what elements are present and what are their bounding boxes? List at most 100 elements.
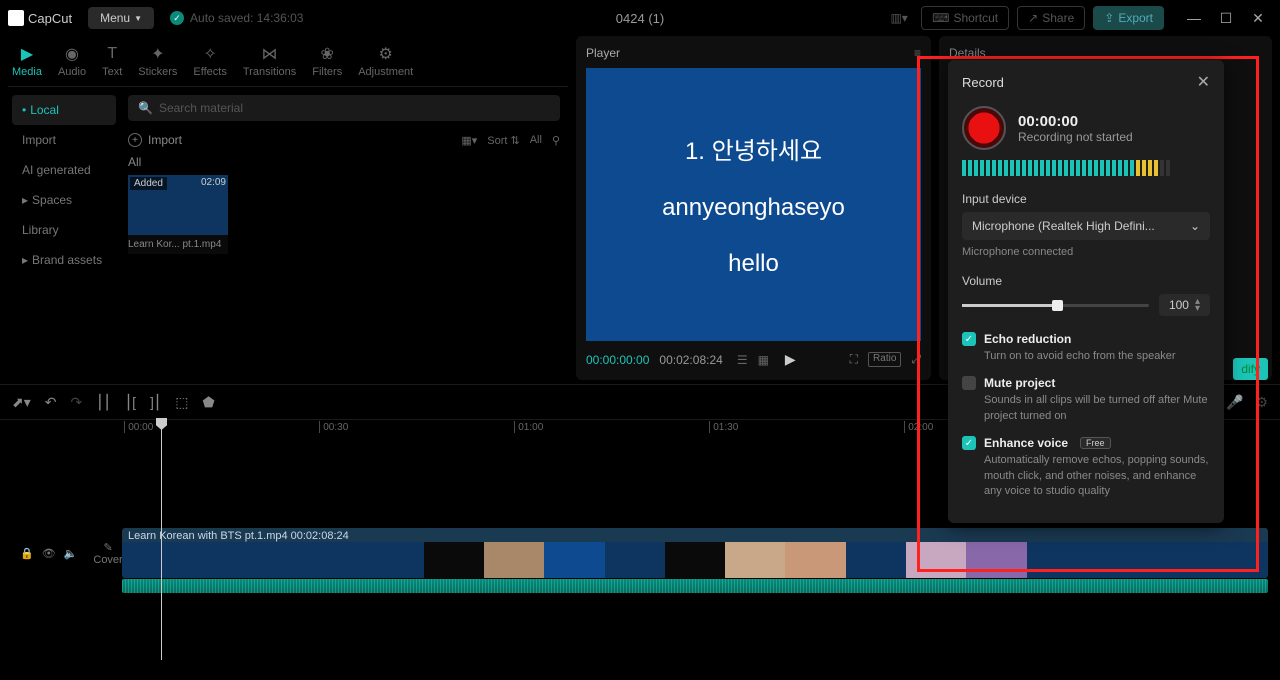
tab-text[interactable]: TText [102, 44, 122, 78]
vu-meter [962, 160, 1210, 176]
shortcut-button[interactable]: ⌨ Shortcut [921, 6, 1009, 30]
trim-right-tool[interactable]: ]⎮ [150, 394, 161, 411]
transitions-icon: ⋈ [260, 44, 280, 64]
logo-icon [8, 10, 24, 26]
current-time: 00:00:00:00 [586, 353, 649, 367]
autosave-status: ✓ Auto saved: 14:36:03 [170, 11, 303, 25]
mute-desc: Sounds in all clips will be turned off a… [984, 393, 1210, 424]
ratio-button[interactable]: Ratio [868, 352, 901, 367]
project-title: 0424 (1) [616, 11, 664, 26]
sidebar-item-spaces[interactable]: ▸ Spaces [12, 185, 116, 215]
fullscreen-icon[interactable]: ⤢ [911, 352, 921, 367]
text-icon: T [102, 44, 122, 64]
eye-icon[interactable]: 👁 [42, 547, 56, 560]
filters-icon: ❀ [317, 44, 337, 64]
volume-slider[interactable] [962, 304, 1149, 307]
cover-icon[interactable]: ✎ [93, 541, 122, 554]
sidebar-item-brand[interactable]: ▸ Brand assets [12, 245, 116, 275]
tab-stickers[interactable]: ✦Stickers [138, 44, 177, 78]
tab-effects[interactable]: ✧Effects [193, 44, 226, 78]
minimize-button[interactable]: — [1180, 6, 1208, 30]
player-panel: Player ≡ 1. 안녕하세요 annyeonghaseyo hello 00… [576, 36, 931, 380]
media-panel: ▶Media ◉Audio TText ✦Stickers ✧Effects ⋈… [8, 36, 568, 380]
close-icon[interactable]: ✕ [1197, 72, 1210, 92]
mute-title: Mute project [984, 376, 1055, 390]
details-heading: Details [949, 46, 1262, 60]
mic-status: Microphone connected [962, 246, 1210, 258]
search-input[interactable]: 🔍Search material [128, 95, 560, 121]
filter-icon[interactable]: ⚲ [552, 134, 560, 147]
effects-icon: ✧ [200, 44, 220, 64]
media-thumbnail[interactable]: Added 02:09 Learn Kor... pt.1.mp4 [128, 175, 228, 254]
echo-title: Echo reduction [984, 332, 1071, 346]
sort-button[interactable]: Sort ⇅ [487, 134, 519, 147]
titlebar: CapCut Menu▼ ✓ Auto saved: 14:36:03 0424… [0, 0, 1280, 36]
sidebar-item-library[interactable]: Library [12, 215, 116, 245]
lock-icon[interactable]: 🔒 [20, 547, 34, 560]
record-title: Record [962, 75, 1004, 90]
split-tool[interactable]: ⎮⎮ [96, 394, 111, 411]
record-button[interactable] [962, 106, 1006, 150]
input-device-label: Input device [962, 192, 1210, 206]
player-heading: Player [586, 46, 620, 60]
player-menu-icon[interactable]: ≡ [914, 46, 921, 60]
settings-icon[interactable]: ⚙ [1255, 394, 1268, 411]
subtitle-line-2: annyeonghaseyo [662, 194, 845, 222]
modify-button-partial[interactable]: dify [1233, 358, 1268, 380]
redo-button[interactable]: ↷ [71, 394, 83, 411]
subtitle-line-1: 1. 안녕하세요 [685, 131, 822, 166]
crop-icon[interactable]: ⛶ [850, 352, 858, 367]
sidebar-item-ai[interactable]: AI generated [12, 155, 116, 185]
enhance-checkbox[interactable]: ✓ [962, 436, 976, 450]
check-icon: ✓ [170, 11, 184, 25]
tab-adjustment[interactable]: ⚙Adjustment [358, 44, 413, 78]
echo-checkbox[interactable]: ✓ [962, 332, 976, 346]
subtitle-line-3: hello [728, 250, 779, 278]
video-clip[interactable]: Learn Korean with BTS pt.1.mp4 00:02:08:… [122, 528, 1268, 578]
play-button[interactable]: ▶ [785, 351, 796, 368]
tab-media[interactable]: ▶Media [12, 44, 42, 78]
plus-icon: + [128, 133, 142, 147]
stepper-icon[interactable]: ▴▾ [1195, 298, 1200, 312]
thumb-duration: 02:09 [201, 177, 226, 188]
filter-all-button[interactable]: All [530, 134, 542, 147]
mute-checkbox[interactable]: ✓ [962, 376, 976, 390]
media-icon: ▶ [17, 44, 37, 64]
enhance-desc: Automatically remove echos, popping soun… [984, 453, 1210, 499]
maximize-button[interactable]: ☐ [1212, 6, 1240, 30]
thumb-filename: Learn Kor... pt.1.mp4 [128, 235, 228, 254]
playhead[interactable] [161, 420, 162, 660]
trim-left-tool[interactable]: ⎮[ [125, 394, 136, 411]
share-button[interactable]: ↗ Share [1017, 6, 1085, 30]
list-icon[interactable]: ☰ [737, 353, 748, 367]
enhance-title: Enhance voice [984, 436, 1068, 450]
audio-icon: ◉ [62, 44, 82, 64]
cover-label: Cover [93, 554, 122, 566]
volume-value[interactable]: 100▴▾ [1159, 294, 1210, 316]
total-time: 00:02:08:24 [659, 353, 722, 367]
layout-icon[interactable]: ▥▾ [885, 6, 913, 30]
grid-view-icon[interactable]: ▦▾ [461, 134, 477, 147]
sidebar-item-import[interactable]: Import [12, 125, 116, 155]
input-device-dropdown[interactable]: Microphone (Realtek High Defini...⌄ [962, 212, 1210, 240]
menu-button[interactable]: Menu▼ [88, 7, 154, 29]
grid-icon[interactable]: ▦ [758, 353, 769, 367]
app-name: CapCut [28, 11, 72, 26]
marker-tool[interactable]: ⬟ [202, 394, 214, 411]
sidebar-item-local[interactable]: • Local [12, 95, 116, 125]
close-button[interactable]: ✕ [1244, 6, 1272, 30]
stickers-icon: ✦ [148, 44, 168, 64]
mute-icon[interactable]: 🔈 [64, 547, 78, 560]
mic-icon[interactable]: 🎤 [1226, 394, 1243, 411]
tab-audio[interactable]: ◉Audio [58, 44, 86, 78]
import-button[interactable]: +Import [128, 133, 182, 147]
audio-clip[interactable] [122, 579, 1268, 593]
undo-button[interactable]: ↶ [45, 394, 57, 411]
delete-tool[interactable]: ⬚ [175, 394, 188, 411]
tab-transitions[interactable]: ⋈Transitions [243, 44, 296, 78]
player-canvas[interactable]: 1. 안녕하세요 annyeonghaseyo hello [586, 68, 921, 341]
cursor-tool[interactable]: ⬈▾ [12, 394, 31, 411]
export-button[interactable]: ⇪ Export [1093, 6, 1164, 30]
all-heading: All [128, 155, 560, 169]
tab-filters[interactable]: ❀Filters [312, 44, 342, 78]
